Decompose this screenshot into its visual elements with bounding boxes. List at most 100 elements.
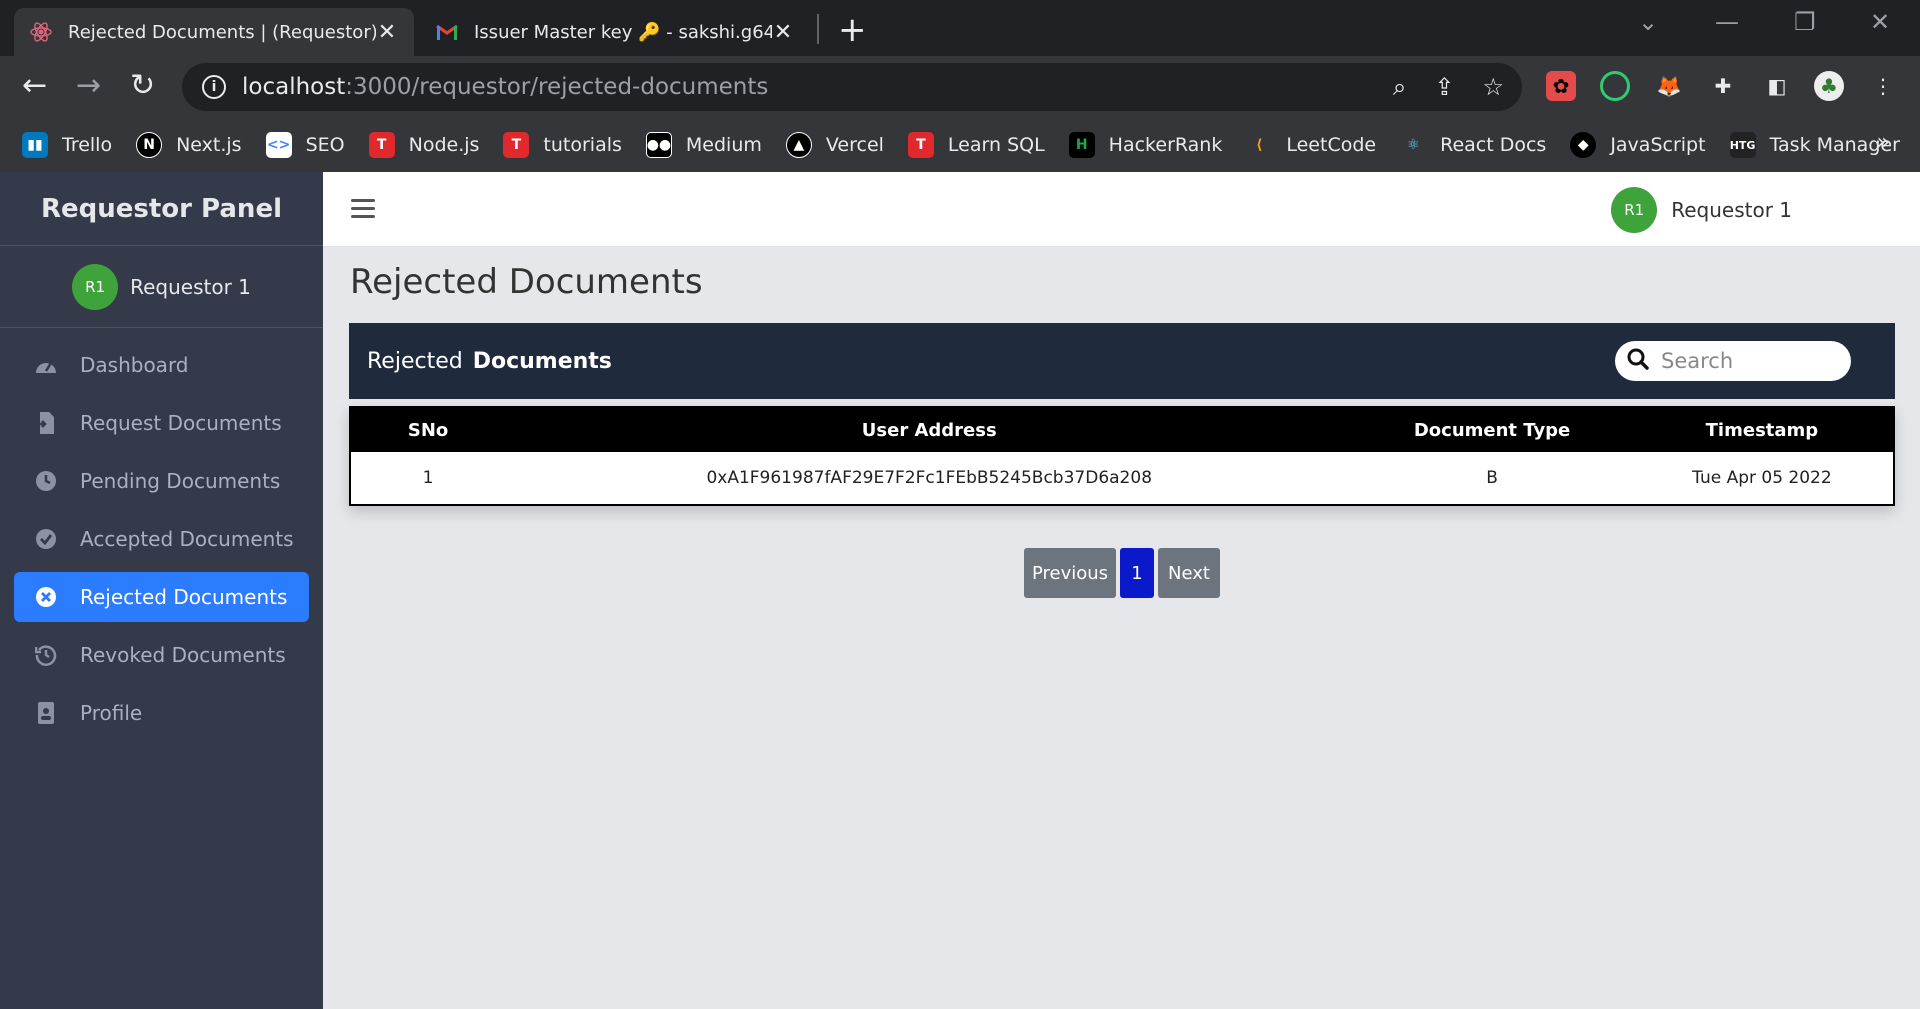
id-badge-icon: [34, 701, 58, 725]
cell-sno: 1: [422, 468, 434, 488]
share-icon[interactable]: ⇪: [1434, 73, 1454, 101]
sidebar-item-profile[interactable]: Profile: [14, 688, 309, 738]
table-row: 1 0xA1F961987fAF29E7F2Fc1FEbB5245Bcb37D6…: [351, 452, 1893, 504]
close-tab-icon[interactable]: ✕: [772, 20, 794, 45]
cell-document-type: B: [1486, 468, 1498, 488]
history-icon: [34, 643, 58, 667]
bookmark-hackerrank[interactable]: H HackerRank: [1068, 132, 1222, 158]
side-panel-icon[interactable]: ◧: [1762, 71, 1792, 101]
request-documents-icon: [34, 411, 58, 435]
card-title-bold: Documents: [472, 348, 612, 374]
cell-timestamp: Tue Apr 05 2022: [1692, 468, 1832, 488]
bookmark-nextjs[interactable]: N Next.js: [136, 132, 242, 158]
column-header-timestamp: Timestamp: [1630, 408, 1893, 452]
sidebar-item-revoked-documents[interactable]: Revoked Documents: [14, 630, 309, 680]
extension-react-devtools-icon[interactable]: ✿: [1546, 71, 1576, 101]
address-bar[interactable]: i localhost:3000/requestor/rejected-docu…: [182, 63, 1522, 111]
avatar: R1: [72, 263, 119, 310]
bookmark-seo[interactable]: <> SEO: [265, 132, 345, 158]
sidebar: Requestor Panel R1 Requestor 1 Dashboard…: [0, 172, 323, 1009]
leetcode-icon: ⟨: [1256, 137, 1263, 153]
new-tab-icon[interactable]: +: [838, 10, 867, 50]
bookmark-tutorials[interactable]: Ttutorials: [503, 132, 622, 158]
task-manager-icon: HTG: [1729, 132, 1756, 158]
sidebar-user[interactable]: R1 Requestor 1: [0, 246, 323, 328]
card-title-prefix: Rejected: [367, 348, 463, 374]
documents-table: SNo User Address Document Type Timestamp…: [349, 406, 1895, 506]
kebab-menu-icon[interactable]: ⋮: [1868, 71, 1898, 101]
dashboard-icon: [34, 353, 58, 377]
metamask-icon[interactable]: 🦊: [1654, 71, 1684, 101]
topbar: R1 Requestor 1: [323, 172, 1920, 247]
column-header-document-type: Document Type: [1353, 408, 1631, 452]
bookmark-react-docs[interactable]: ⚛ React Docs: [1400, 132, 1547, 158]
search-input[interactable]: [1661, 349, 1831, 373]
extensions-puzzle-icon[interactable]: ✚: [1708, 71, 1738, 101]
vercel-icon: ▲: [785, 132, 812, 158]
restore-icon[interactable]: ❐: [1794, 8, 1816, 36]
reload-icon[interactable]: ↻: [130, 68, 155, 103]
bookmark-trello[interactable]: ▮▮ Trello: [22, 132, 112, 158]
tab-separator: [817, 14, 819, 44]
page-1-button[interactable]: 1: [1120, 548, 1154, 598]
bookmark-leetcode[interactable]: ⟨ LeetCode: [1246, 132, 1376, 158]
card-header: Rejected Documents: [349, 323, 1895, 399]
next-button[interactable]: Next: [1158, 548, 1220, 598]
previous-button[interactable]: Previous: [1024, 548, 1116, 598]
extension-target-icon[interactable]: [1600, 71, 1630, 101]
gmail-icon: [436, 21, 458, 43]
url-host: localhost: [242, 74, 346, 100]
url-path: :3000/requestor/rejected-documents: [345, 74, 769, 100]
check-circle-icon: [34, 527, 58, 551]
learn-sql-icon: T: [907, 132, 934, 158]
tab-rejected-documents[interactable]: Rejected Documents | (Requestor) - ✕: [14, 8, 414, 56]
sidebar-user-name: Requestor 1: [130, 274, 251, 299]
sidebar-item-rejected-documents[interactable]: Rejected Documents: [14, 572, 309, 622]
tutorials-icon: T: [503, 132, 530, 158]
react-icon: ⚛: [1406, 137, 1420, 153]
browser-toolbar: ← → ↻ i localhost:3000/requestor/rejecte…: [0, 56, 1920, 118]
x-circle-icon: [34, 585, 58, 609]
medium-icon: ●●: [645, 132, 672, 158]
sidebar-item-pending-documents[interactable]: Pending Documents: [14, 456, 309, 506]
tab-gmail[interactable]: Issuer Master key 🔑 - sakshi.g6420 ✕: [420, 8, 810, 56]
table-header-row: SNo User Address Document Type Timestamp: [351, 408, 1893, 452]
profile-avatar-icon[interactable]: ♣: [1814, 71, 1844, 101]
bookmark-medium[interactable]: ●● Medium: [645, 132, 762, 158]
browser-tabstrip: Rejected Documents | (Requestor) - ✕ Iss…: [0, 0, 1920, 56]
pagination: Previous 1 Next: [1024, 548, 1220, 598]
back-icon[interactable]: ←: [22, 68, 47, 103]
minimize-icon[interactable]: —: [1715, 8, 1739, 36]
bookmark-learn-sql[interactable]: T Learn SQL: [907, 132, 1045, 158]
forward-icon[interactable]: →: [76, 68, 101, 103]
chevron-down-icon[interactable]: ⌄: [1638, 8, 1658, 36]
search-box[interactable]: [1615, 341, 1851, 381]
topbar-user[interactable]: R1 Requestor 1: [1611, 187, 1792, 233]
bookmark-vercel[interactable]: ▲ Vercel: [785, 132, 884, 158]
trello-icon: ▮▮: [22, 132, 48, 158]
zoom-icon[interactable]: ⌕: [1393, 73, 1406, 101]
tab-title: Rejected Documents | (Requestor) -: [68, 21, 376, 43]
star-icon[interactable]: ☆: [1482, 73, 1504, 101]
column-header-user-address: User Address: [505, 408, 1354, 452]
hamburger-menu-icon[interactable]: [351, 199, 375, 223]
avatar: R1: [1611, 187, 1658, 233]
sidebar-item-dashboard[interactable]: Dashboard: [14, 340, 309, 390]
sidebar-brand[interactable]: Requestor Panel: [0, 172, 323, 246]
bookmark-javascript[interactable]: ◆ JavaScript: [1570, 132, 1706, 158]
close-tab-icon[interactable]: ✕: [376, 20, 398, 45]
nextjs-icon: N: [136, 132, 163, 158]
react-logo-icon: [30, 21, 52, 43]
bookmark-nodejs[interactable]: T Node.js: [368, 132, 479, 158]
hackerrank-icon: H: [1068, 132, 1095, 158]
close-window-icon[interactable]: ✕: [1870, 8, 1890, 36]
sidebar-item-request-documents[interactable]: Request Documents: [14, 398, 309, 448]
nodejs-icon: T: [368, 132, 395, 158]
sidebar-item-accepted-documents[interactable]: Accepted Documents: [14, 514, 309, 564]
bookmark-task-manager[interactable]: HTG Task Manager: [1729, 132, 1900, 158]
site-info-icon[interactable]: i: [202, 75, 226, 99]
javascript-icon: ◆: [1570, 132, 1597, 158]
more-bookmarks-icon[interactable]: »: [1877, 130, 1890, 155]
sidebar-nav: Dashboard Request Documents Pending Docu…: [0, 328, 323, 738]
page-title: Rejected Documents: [350, 262, 703, 302]
